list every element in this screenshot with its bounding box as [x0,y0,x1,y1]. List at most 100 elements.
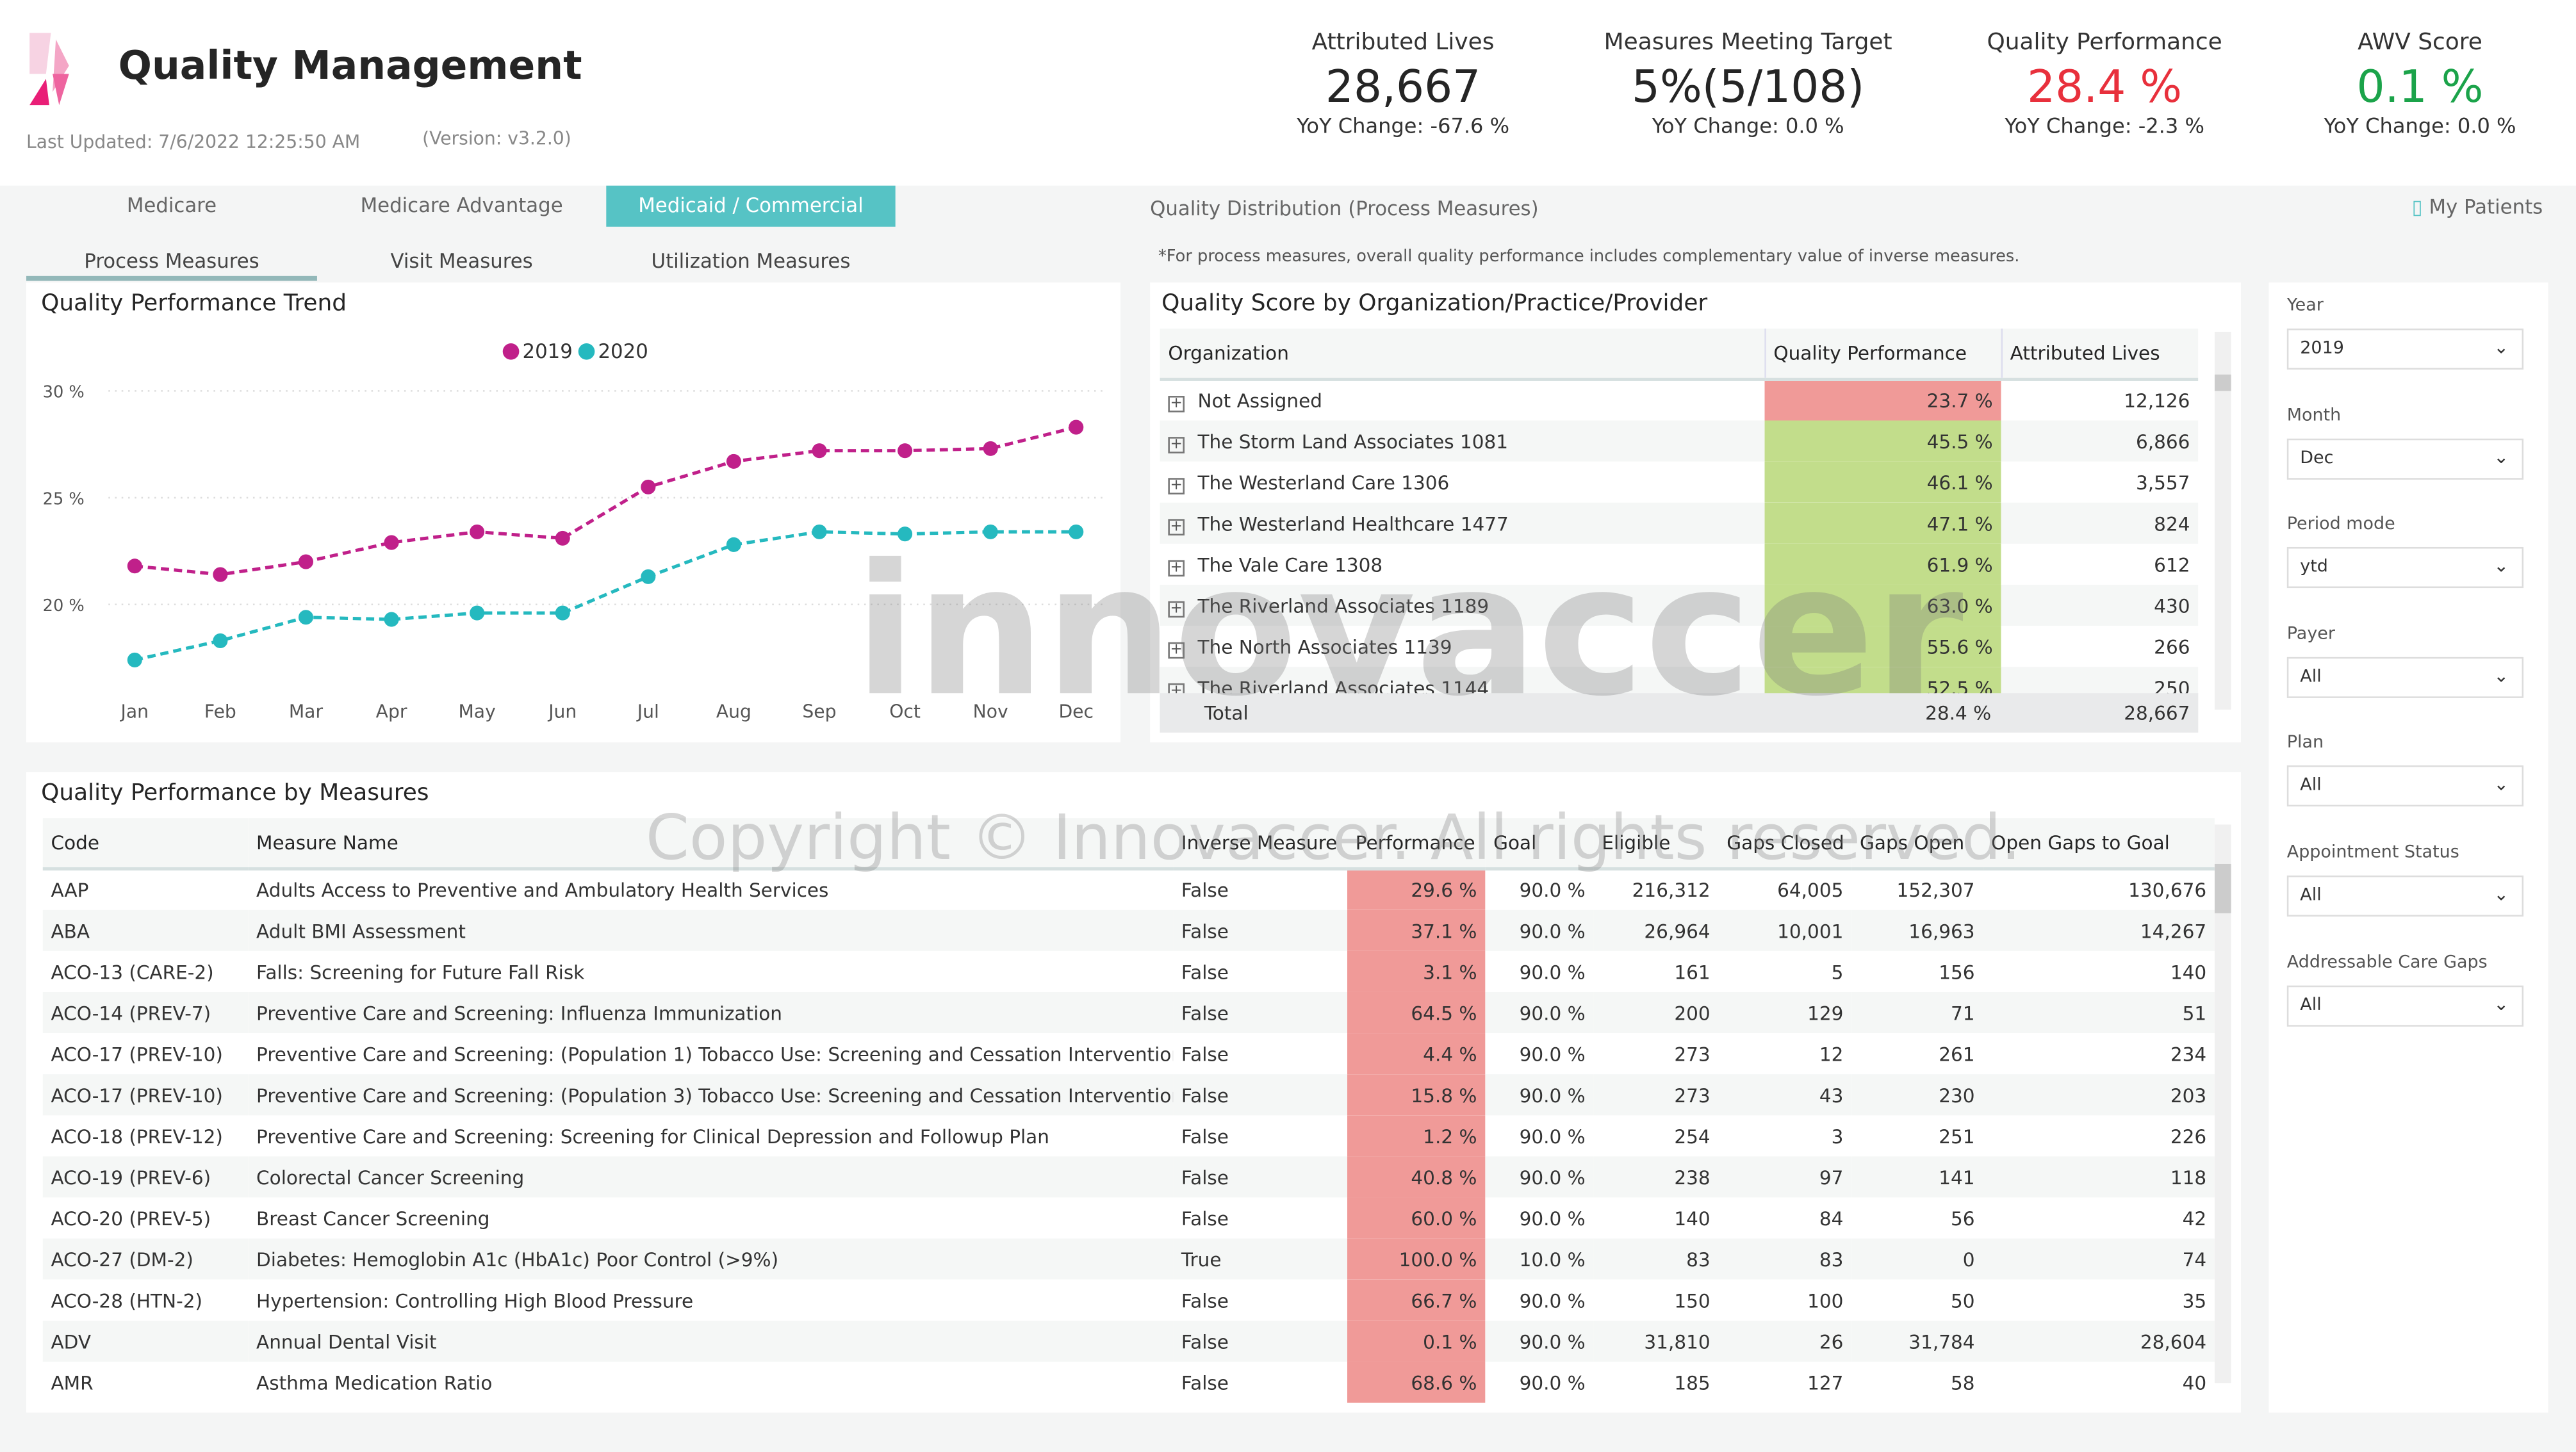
column-header[interactable]: Quality Performance [1763,328,2001,381]
expand-icon[interactable]: + [1168,600,1185,617]
expand-icon[interactable]: + [1168,436,1185,453]
data-point-2019[interactable] [213,567,228,582]
table-row[interactable]: ACO-14 (PREV-7) Preventive Care and Scree… [42,991,2215,1034]
filter-dropdown[interactable]: All ⌄ [2286,875,2524,917]
kpi-card: Quality Performance 28.4 % YoY Change: -2.… [1948,29,2260,138]
expand-icon[interactable]: + [1168,518,1185,535]
table-row[interactable]: ACO-17 (PREV-10) Preventive Care and Scre… [42,1074,2215,1116]
expand-icon[interactable]: + [1168,641,1185,658]
data-point-2019[interactable] [1069,420,1084,435]
inverse-measure-cell: False [1181,1124,1229,1148]
code-cell: ACO-17 (PREV-10) [42,1074,249,1116]
table-row[interactable]: + The North Associates 1139 55.6 % 266 [1160,626,2199,667]
expand-icon[interactable]: + [1168,477,1185,494]
program-tab[interactable]: Medicaid / Commercial [606,185,896,227]
data-point-2019[interactable] [641,479,656,494]
table-row[interactable]: + The Storm Land Associates 1081 45.5 % 6,8… [1160,420,2199,462]
program-tab[interactable]: Medicare [26,186,317,227]
column-header[interactable]: Performance [1347,818,1486,871]
x-tick-label: Apr [376,701,407,722]
column-header[interactable]: Open Gaps to Goal [1983,818,2215,871]
table-row[interactable]: ACO-19 (PREV-6) Colorectal Cancer Screeni… [42,1156,2215,1198]
open-gaps-to-goal-cell: 74 [1983,1238,2215,1280]
data-point-2020[interactable] [384,612,399,627]
data-point-2020[interactable] [127,652,142,667]
data-point-2019[interactable] [983,441,998,456]
data-point-2020[interactable] [1069,524,1084,539]
code-cell: ADV [42,1320,249,1362]
measures-table-scrollbar[interactable] [2214,824,2231,1383]
table-row[interactable]: + The Westerland Healthcare 1477 47.1 % 824 [1160,502,2199,544]
table-row[interactable]: ACO-20 (PREV-5) Breast Cancer Screening Fa… [43,1197,2215,1239]
data-point-2020[interactable] [983,524,998,539]
data-point-2020[interactable] [213,633,228,648]
filter-dropdown[interactable]: All ⌄ [2286,657,2524,698]
table-row[interactable]: ACO-13 (CARE-2) Falls: Screening for Futu… [43,950,2215,992]
data-point-2019[interactable] [298,554,314,569]
expand-icon[interactable]: + [1168,559,1185,576]
column-header[interactable]: Inverse Measure [1173,818,1347,871]
data-point-2019[interactable] [726,453,741,469]
measure-tab[interactable]: Visit Measures [317,241,606,282]
table-row[interactable]: + Not Assigned 23.7 % 12,126 [1160,379,2199,421]
gaps-closed-cell: 127 [1807,1371,1844,1394]
data-point-2020[interactable] [470,605,485,621]
org-table-scrollbar[interactable] [2214,332,2231,710]
filter-dropdown[interactable]: All ⌄ [2286,984,2524,1026]
my-patients-button[interactable]: ▯ My Patients [2412,195,2543,218]
table-row[interactable]: ACO-27 (DM-2) Diabetes: Hemoglobin A1c (H… [42,1238,2215,1280]
data-point-2019[interactable] [898,443,913,459]
table-row[interactable]: + The Vale Care 1308 61.9 % 612 [1160,543,2199,585]
organization-cell: + The Riverland Associates 1189 [1160,584,1765,626]
column-header[interactable]: Gaps Closed [1718,818,1852,871]
filter-dropdown[interactable]: 2019 ⌄ [2286,328,2524,370]
table-row[interactable]: + The Riverland Associates 1189 63.0 % 430 [1160,584,2199,626]
data-point-2020[interactable] [898,526,913,542]
column-header[interactable]: Measure Name [248,818,1174,871]
program-tab[interactable]: Medicare Advantage [317,186,606,227]
goal-cell: 90.0 % [1519,1042,1586,1066]
column-header[interactable]: Attributed Lives [2000,328,2199,381]
data-point-2020[interactable] [726,537,741,552]
filter-dropdown[interactable]: ytd ⌄ [2286,547,2524,589]
measure-tab[interactable]: Utilization Measures [606,241,895,282]
column-header[interactable]: Gaps Open [1851,818,1983,871]
data-point-2019[interactable] [812,443,827,459]
table-row[interactable]: ABA Adult BMI Assessment False 37.1 % 90.0 %… [42,910,2215,951]
data-point-2019[interactable] [470,524,485,539]
trend-chart: 20 % 25 % 30 % Jan Feb Mar Apr May Jun Jul Aug Sep O… [43,340,1104,722]
open-gaps-to-goal-cell: 203 [1983,1074,2215,1116]
quality-distribution-link[interactable]: Quality Distribution (Process Measures) [1150,197,1538,220]
filter-value: 2019 [2300,338,2344,359]
table-row[interactable]: ADV Annual Dental Visit False 0.1 % 90.0 % 31… [42,1320,2215,1362]
table-row[interactable]: AMR Asthma Medication Ratio False 68.6 % 90.… [43,1361,2215,1403]
table-row[interactable]: + The Westerland Care 1306 46.1 % 3,557 [1160,461,2199,503]
filter-appointment-status: Appointment Status All ⌄ [2286,843,2524,917]
column-header[interactable]: Goal [1485,818,1594,871]
filter-dropdown[interactable]: All ⌄ [2286,766,2524,808]
quality-performance-cell: 55.6 % [1764,626,2001,667]
data-point-2020[interactable] [812,524,827,539]
data-point-2020[interactable] [555,605,570,621]
legend-marker [578,343,595,360]
data-point-2019[interactable] [555,530,570,546]
data-point-2020[interactable] [641,569,656,584]
table-row[interactable]: ACO-18 (PREV-12) Preventive Care and Scre… [43,1115,2215,1157]
page-title: Quality Management [118,42,582,89]
gaps-closed-cell: 12 [1819,1042,1844,1066]
legend-label: 2020 [598,340,648,363]
performance-cell: 100.0 % [1347,1238,1486,1280]
column-header[interactable]: Code [42,818,249,871]
kpi-label: Quality Performance [1987,29,2222,56]
filter-dropdown[interactable]: Dec ⌄ [2286,437,2524,479]
data-point-2019[interactable] [384,535,399,550]
expand-icon[interactable]: + [1168,396,1185,412]
data-point-2020[interactable] [298,610,314,625]
data-point-2019[interactable] [127,559,142,574]
organization-name: The Westerland Healthcare 1477 [1197,511,1509,535]
table-row[interactable]: ACO-17 (PREV-10) Preventive Care and Scre… [43,1033,2215,1075]
table-row[interactable]: ACO-28 (HTN-2) Hypertension: Controlling … [43,1279,2215,1321]
column-header[interactable]: Eligible [1593,818,1719,871]
column-header[interactable]: Organization [1160,328,1765,381]
table-row[interactable]: AAP Adults Access to Preventive and Ambul… [43,869,2215,910]
